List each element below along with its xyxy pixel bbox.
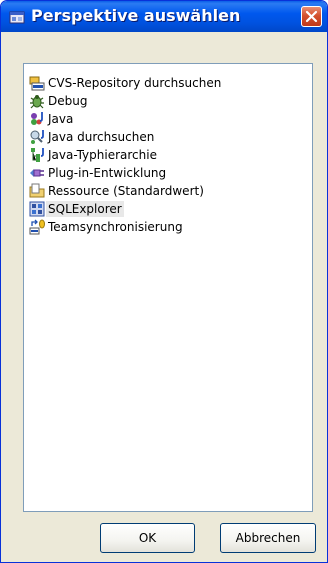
list-item-cvs-repository[interactable]: CVS-Repository durchsuchen (29, 74, 223, 91)
java-icon (31, 111, 43, 125)
close-icon (305, 10, 318, 23)
window-title: Perspektive auswählen (31, 6, 241, 25)
perspective-list[interactable]: CVS-Repository durchsuchen Debug Java Ja… (23, 63, 313, 512)
perspective-dialog: Perspektive auswählen CVS-Repository dur… (0, 0, 328, 563)
list-item-java[interactable]: Java (29, 110, 75, 127)
open-perspective-icon (9, 11, 25, 24)
java-browsing-icon (30, 129, 44, 144)
list-item-debug[interactable]: Debug (29, 92, 89, 109)
list-item-java-browsing[interactable]: Java durchsuchen (29, 128, 156, 145)
cancel-button[interactable]: Abbrechen (220, 523, 316, 553)
list-item-java-type-hierarchy[interactable]: Java-Typhierarchie (29, 146, 159, 163)
close-button[interactable] (301, 6, 322, 27)
sql-explorer-icon (29, 201, 45, 216)
plugin-development-icon (30, 168, 44, 177)
list-item-team-synchronize[interactable]: Teamsynchronisierung (29, 218, 185, 235)
list-item-plugin-development[interactable]: Plug-in-Entwicklung (29, 164, 168, 181)
java-type-hierarchy-icon (31, 147, 44, 162)
debug-icon (30, 94, 44, 108)
list-item-resource[interactable]: Ressource (Standardwert) (29, 182, 206, 199)
cvs-repository-icon (29, 76, 45, 90)
resource-folder-icon (29, 183, 45, 197)
team-synchronize-icon (29, 219, 45, 234)
list-item-sql-explorer[interactable]: SQLExplorer (29, 200, 124, 217)
ok-button[interactable]: OK (100, 523, 195, 553)
title-bar[interactable]: Perspektive auswählen (1, 1, 327, 32)
